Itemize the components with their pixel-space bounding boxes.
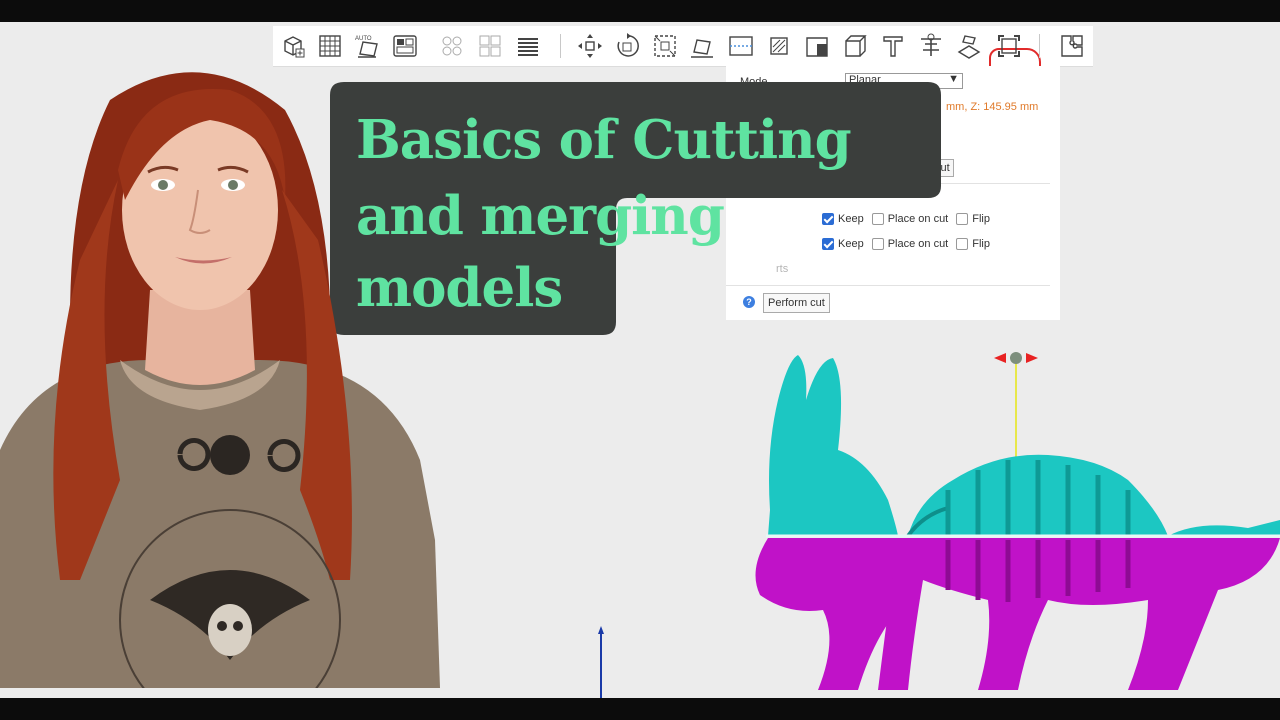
text-icon[interactable] [879,32,907,60]
upper-flip-checkbox[interactable]: Flip [956,213,990,225]
arrange-icon[interactable] [391,32,419,60]
z-axis-indicator [598,626,604,698]
checkbox-unchecked-icon [956,213,969,225]
cut-coordinates: mm, Z: 145.95 mm [946,101,1039,113]
auto-orient-icon[interactable]: AUTO [353,32,381,60]
lower-flip-checkbox[interactable]: Flip [956,238,990,250]
presenter-photo [0,60,440,720]
grid-icon[interactable] [316,32,344,60]
rotate-icon[interactable] [613,32,641,60]
toolbar-separator [1039,34,1040,58]
checkbox-unchecked-icon [956,238,969,250]
fullscreen-icon[interactable] [995,32,1023,60]
scale-icon[interactable] [651,32,679,60]
place-on-face-icon[interactable] [765,32,793,60]
split-objects-icon[interactable] [438,32,466,60]
toolbar-separator [560,34,561,58]
split-parts-icon[interactable] [476,32,504,60]
support-paint-icon[interactable] [955,32,983,60]
lay-on-face-icon[interactable] [688,32,716,60]
move-icon[interactable] [576,32,604,60]
bottom-letterbox [0,698,1280,720]
svg-text:AUTO: AUTO [355,36,372,42]
rabbit-skeleton-model [748,340,1280,698]
flip-label: Flip [972,238,990,250]
chevron-down-icon: ▼ [948,73,959,85]
layers-icon[interactable] [514,32,542,60]
assembly-icon[interactable] [1058,32,1086,60]
top-letterbox [0,0,1280,22]
add-cube-icon[interactable] [279,32,307,60]
cut-plane-icon[interactable] [803,32,831,60]
flip-label: Flip [972,213,990,225]
cube-outline-icon[interactable] [841,32,869,60]
emboss-icon[interactable] [917,32,945,60]
cut-icon[interactable] [727,32,755,60]
